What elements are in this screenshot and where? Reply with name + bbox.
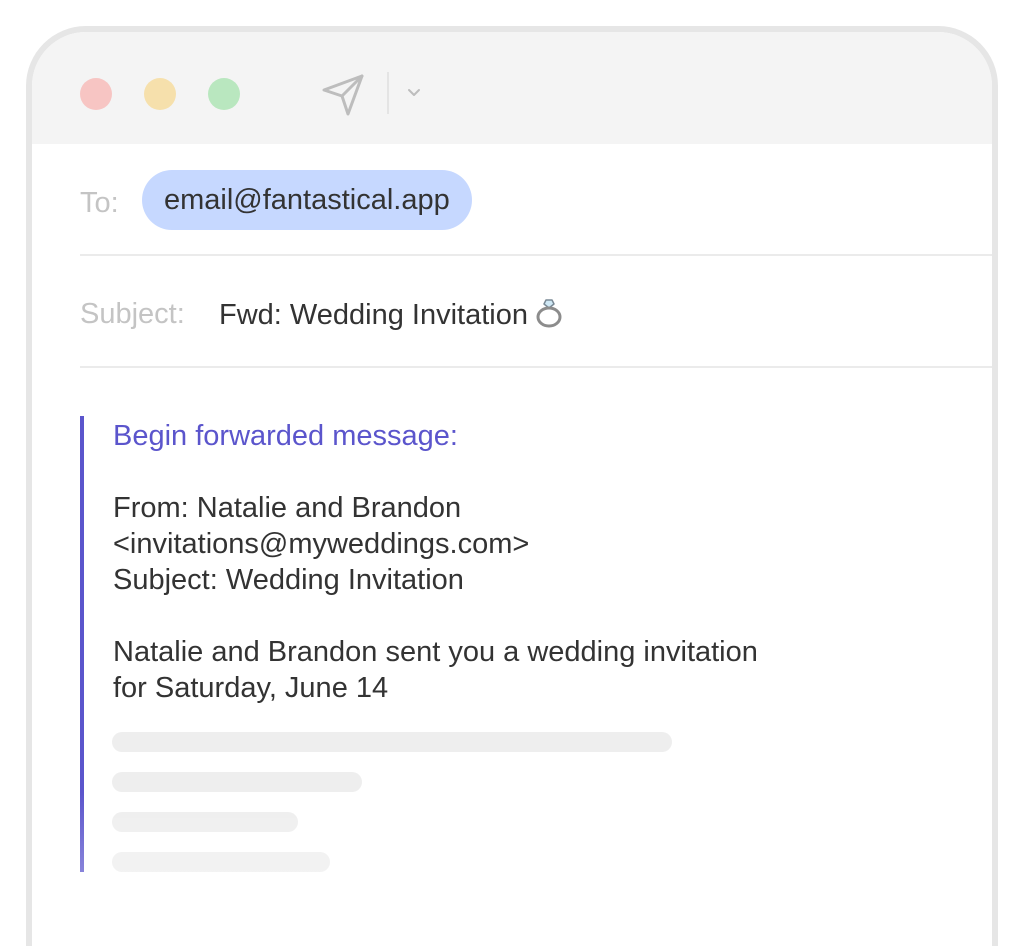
divider — [80, 254, 992, 256]
toolbar-divider — [387, 72, 389, 114]
title-bar — [32, 32, 992, 144]
recipient-chip[interactable]: email@fantastical.app — [142, 170, 472, 230]
maximize-button[interactable] — [208, 78, 240, 110]
placeholder-line — [112, 852, 330, 872]
divider — [80, 366, 992, 368]
from-line: From: Natalie and Brandon — [113, 492, 462, 524]
forwarded-subject: Subject: Wedding Invitation — [113, 564, 464, 596]
chevron-down-icon[interactable] — [404, 82, 424, 102]
placeholder-line — [112, 732, 672, 752]
forwarded-heading: Begin forwarded message: — [113, 420, 458, 452]
placeholder-line — [112, 812, 298, 832]
minimize-button[interactable] — [144, 78, 176, 110]
close-button[interactable] — [80, 78, 112, 110]
subject-label: Subject: — [80, 298, 185, 330]
message-body-line: Natalie and Brandon sent you a wedding i… — [113, 636, 758, 668]
placeholder-line — [112, 772, 362, 792]
subject-text: Fwd: Wedding Invitation — [219, 299, 528, 331]
ring-icon — [536, 299, 562, 328]
send-icon[interactable] — [320, 70, 368, 118]
subject-field[interactable]: Fwd: Wedding Invitation — [219, 296, 564, 332]
message-body-line: for Saturday, June 14 — [113, 672, 389, 704]
from-address: <invitations@myweddings.com> — [113, 528, 530, 560]
quote-bar — [80, 416, 84, 872]
mail-compose-window: To: email@fantastical.app Subject: Fwd: … — [26, 26, 998, 946]
to-label: To: — [80, 187, 119, 219]
